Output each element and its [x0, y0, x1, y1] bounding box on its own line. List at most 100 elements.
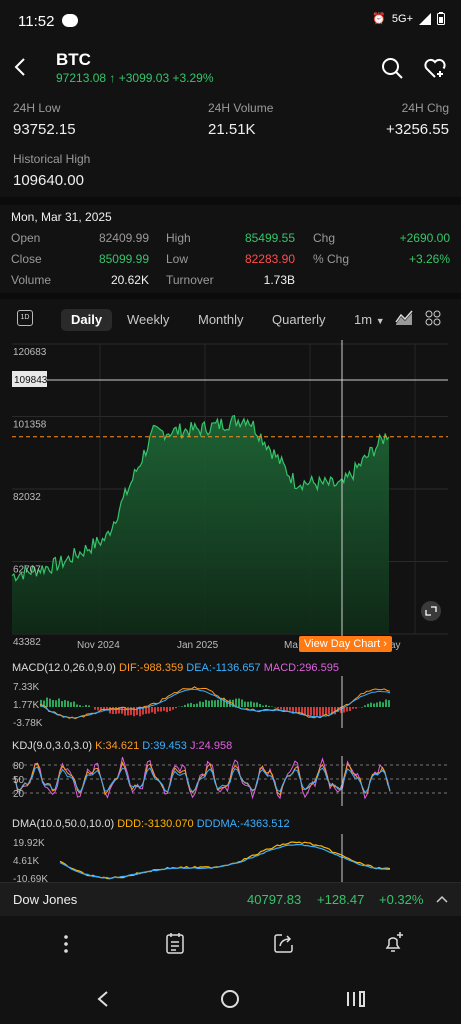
macd-histogram-bar — [94, 707, 96, 710]
macd-histogram-bar — [88, 705, 90, 707]
macd-histogram-bar — [364, 705, 366, 707]
share-icon[interactable] — [274, 933, 294, 953]
quote-summary: 97213.08 ↑ +3099.03 +3.29% — [56, 71, 214, 85]
search-icon[interactable] — [380, 56, 404, 80]
macd-histogram-bar — [310, 707, 312, 716]
tab-daily[interactable]: Daily — [61, 309, 113, 331]
chevron-down-icon: ▼ — [375, 316, 385, 326]
macd-histogram-bar — [244, 701, 246, 707]
volume-24h-label: 24H Volume — [208, 101, 274, 115]
ticker-name: Dow Jones — [13, 892, 78, 907]
tab-minute-dropdown[interactable]: 1m ▼ — [354, 309, 385, 331]
y-tick-label: 43382 — [13, 637, 41, 648]
macd-histogram-bar — [85, 704, 87, 707]
system-nav-bar — [0, 976, 461, 1024]
macd-histogram-bar — [262, 705, 264, 707]
chart-type-icon[interactable] — [395, 310, 413, 326]
macd-histogram-bar — [184, 704, 186, 707]
nav-back-icon[interactable] — [96, 990, 110, 1008]
low-24h-label: 24H Low — [13, 101, 61, 115]
notes-icon[interactable] — [166, 932, 184, 954]
kdj-d: D:39.453 — [142, 740, 187, 752]
dma-ddd: DDD:-3130.070 — [117, 818, 194, 830]
macd-histogram-bar — [193, 704, 195, 707]
macd-histogram-bar — [277, 707, 279, 709]
kdj-k-line — [14, 761, 391, 796]
macd-histogram-bar — [316, 707, 318, 716]
macd-value: MACD:296.595 — [263, 662, 339, 674]
high-label: High — [166, 231, 191, 245]
dma-tick-bottom: -10.69K — [13, 874, 48, 882]
x-tick-label: Jan 2025 — [177, 640, 219, 651]
hist-high-tag: 109843 — [14, 375, 48, 386]
section-divider — [0, 197, 461, 205]
dma-chart[interactable]: 19.92K 4.61K -10.69K — [0, 834, 461, 882]
macd-histogram-bar — [49, 698, 51, 707]
nav-recents-icon[interactable] — [346, 990, 366, 1008]
macd-histogram-bar — [289, 707, 291, 711]
status-bar: 11:52 ⏰ 5G+ — [0, 0, 461, 44]
macd-title-row[interactable]: MACD(12.0,26.0,9.0) DIF:-988.359 DEA:-11… — [12, 662, 339, 674]
low-value: 82283.90 — [244, 252, 295, 266]
view-day-chart-button[interactable]: View Day Chart › — [299, 636, 392, 652]
minute-label: 1m — [354, 312, 373, 327]
macd-histogram-bar — [76, 704, 78, 707]
ticker-price: 40797.83 — [247, 892, 302, 907]
pct-chg-value: +3.26% — [408, 252, 450, 266]
current-price: 97213.08 — [56, 71, 107, 85]
bottom-toolbar — [0, 918, 461, 974]
turnover-value: 1.73B — [263, 273, 295, 287]
back-arrow-icon[interactable] — [10, 56, 32, 78]
macd-histogram-bar — [97, 707, 99, 711]
kdj-j: J:24.958 — [189, 740, 233, 752]
price-alert-icon[interactable] — [383, 931, 405, 953]
more-vertical-icon[interactable] — [63, 934, 69, 954]
index-ticker-bar[interactable]: Dow Jones 40797.83 +128.47 +0.32% — [0, 882, 461, 916]
chevron-up-icon[interactable] — [436, 895, 448, 903]
macd-dea: DEA:-1136.657 — [186, 662, 261, 674]
dma-dddma: DDDMA:-4363.512 — [196, 818, 290, 830]
macd-histogram-bar — [367, 703, 369, 707]
macd-histogram-bar — [67, 700, 69, 707]
section-divider — [0, 293, 461, 299]
macd-histogram-bar — [379, 701, 381, 707]
price-chart[interactable]: 120683 101358 82032 62707 43382 109843 Nov 2… — [0, 338, 461, 656]
macd-histogram-bar — [376, 702, 378, 707]
volume-label: Volume — [11, 273, 52, 287]
kdj-chart[interactable]: 80 50 20 — [0, 756, 461, 806]
status-time: 11:52 — [18, 13, 55, 30]
macd-histogram-bar — [280, 707, 282, 710]
watchlist-add-icon[interactable] — [423, 56, 447, 80]
nav-home-icon[interactable] — [220, 989, 240, 1009]
tab-weekly[interactable]: Weekly — [127, 309, 169, 331]
tab-monthly[interactable]: Monthly — [198, 309, 244, 331]
indicators-grid-icon[interactable] — [425, 310, 441, 326]
macd-histogram-bar — [169, 707, 171, 711]
chat-notification-icon — [62, 14, 78, 27]
chevron-right-icon: › — [383, 638, 387, 650]
macd-histogram-bar — [46, 697, 48, 707]
alarm-icon: ⏰ — [372, 13, 386, 25]
macd-histogram-bar — [271, 706, 273, 707]
tab-quarterly[interactable]: Quarterly — [272, 309, 325, 331]
fullscreen-button[interactable] — [421, 601, 441, 621]
chg-label: Chg — [313, 231, 336, 245]
dma-title-row[interactable]: DMA(10.0,50.0,10.0) DDD:-3130.070 DDDMA:… — [12, 818, 290, 830]
macd-histogram-bar — [151, 707, 153, 713]
macd-histogram-bar — [238, 698, 240, 707]
macd-histogram-bar — [148, 707, 150, 714]
price-area — [12, 415, 389, 634]
volume-24h-value: 21.51K — [208, 121, 256, 138]
kdj-title-row[interactable]: KDJ(9.0,3.0,3.0) K:34.621 D:39.453 J:24.… — [12, 740, 232, 752]
selected-date: Mon, Mar 31, 2025 — [11, 210, 112, 224]
macd-histogram-bar — [115, 707, 117, 715]
intraday-1d-button[interactable]: 1D — [17, 310, 33, 326]
macd-histogram-bar — [382, 702, 384, 707]
price-change: +3099.03 — [118, 71, 170, 85]
turnover-label: Turnover — [166, 273, 214, 287]
y-tick-label: 101358 — [13, 419, 47, 430]
macd-chart[interactable]: 7.33K 1.77K -3.78K — [0, 676, 461, 728]
macd-histogram-bar — [385, 699, 387, 707]
x-tick-label: Ma — [284, 640, 298, 651]
macd-histogram-bar — [355, 707, 357, 709]
